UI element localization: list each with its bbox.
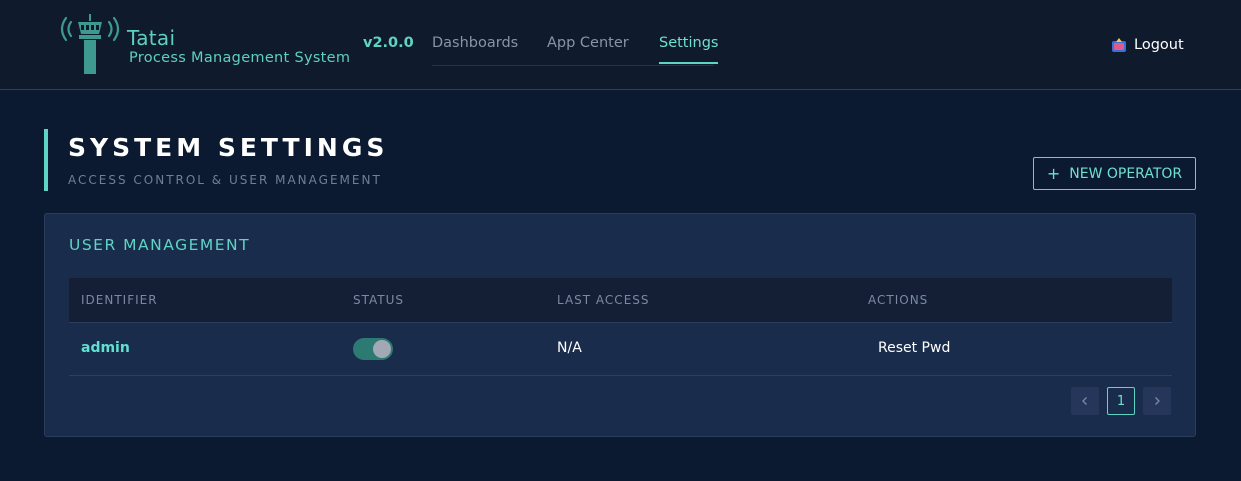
new-operator-button[interactable]: + NEW OPERATOR (1033, 157, 1196, 190)
main-nav: Dashboards App Center Settings (432, 22, 719, 66)
version-label: v2.0.0 (363, 35, 414, 51)
plus-icon: + (1046, 164, 1061, 183)
logout-icon (1112, 38, 1126, 52)
column-header-actions: ACTIONS (868, 293, 929, 307)
top-header: Tatai Process Management System v2.0.0 D… (0, 0, 1241, 90)
nav-item-settings[interactable]: Settings (659, 35, 719, 64)
brand-subtitle: Process Management System (129, 50, 351, 66)
chevron-right-icon (1155, 397, 1160, 405)
last-access-value: N/A (557, 340, 582, 356)
status-toggle[interactable] (353, 338, 393, 360)
column-header-last-access: LAST ACCESS (557, 293, 650, 307)
page-subtitle: ACCESS CONTROL & USER MANAGEMENT (68, 173, 382, 187)
table-header: IDENTIFIER STATUS LAST ACCESS ACTIONS (69, 278, 1172, 323)
table-row: admin N/A Reset Pwd (69, 323, 1172, 376)
new-operator-label: NEW OPERATOR (1069, 165, 1183, 182)
toggle-knob (373, 340, 391, 358)
card-title: USER MANAGEMENT (69, 236, 251, 254)
pagination-page-1[interactable]: 1 (1107, 387, 1135, 415)
pagination-next-button[interactable] (1143, 387, 1171, 415)
user-management-card: USER MANAGEMENT IDENTIFIER STATUS LAST A… (44, 213, 1196, 437)
logout-button[interactable]: Logout (1111, 34, 1184, 56)
column-header-status: STATUS (353, 293, 405, 307)
user-identifier[interactable]: admin (81, 340, 130, 356)
brand-name: Tatai (127, 26, 176, 50)
column-header-identifier: IDENTIFIER (81, 293, 158, 307)
nav-item-dashboards[interactable]: Dashboards (432, 35, 518, 62)
nav-item-app-center[interactable]: App Center (547, 35, 629, 62)
reset-password-button[interactable]: Reset Pwd (878, 340, 950, 356)
logout-label: Logout (1134, 37, 1184, 53)
page-title: SYSTEM SETTINGS (68, 133, 389, 162)
control-tower-icon (60, 14, 120, 74)
title-accent-bar (44, 129, 48, 191)
pagination-prev-button[interactable] (1071, 387, 1099, 415)
chevron-left-icon (1082, 397, 1087, 405)
